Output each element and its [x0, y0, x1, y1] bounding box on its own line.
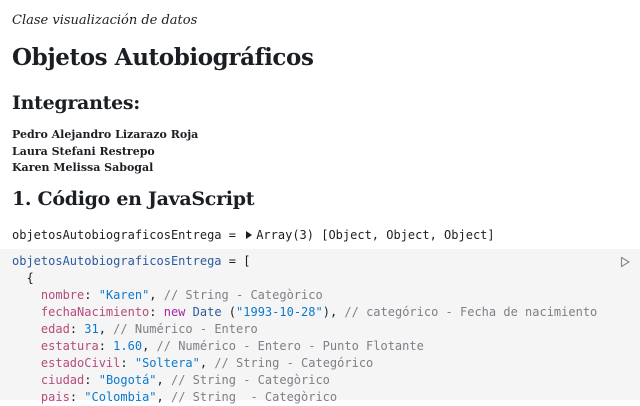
code-comment: // String - Categòrico [170, 373, 330, 387]
code-line: estatura: 1.60, // Numérico - Entero - P… [40, 339, 424, 353]
code-line: nombre: "Karen", // String - Categòrico [40, 288, 323, 302]
code-property: estatura [40, 339, 99, 353]
code-line: estadoCivil: "Soltera", // String - Cate… [40, 356, 374, 370]
member-name: Laura Stefani Restrepo [12, 144, 155, 158]
code-string: "Colombia" [84, 390, 157, 404]
code-property: edad [40, 322, 70, 336]
page-subtitle: Clase visualización de datos [12, 13, 198, 28]
code-comment: // Numérico - Entero [113, 322, 258, 336]
code-string: "Karen" [98, 288, 150, 302]
code-section-heading: 1. Código en JavaScript [12, 188, 255, 210]
member-name: Pedro Alejandro Lizarazo Roja [12, 128, 199, 141]
page-title: Objetos Autobiográficos [12, 44, 314, 71]
code-line: ciudad: "Bogotá", // String - Categòrico [40, 373, 330, 387]
code-property: nombre [40, 288, 85, 302]
code-editor[interactable]: objetosAutobiograficosEntrega = [ { nomb… [12, 253, 597, 406]
code-number: 1.60 [113, 339, 143, 353]
expand-caret-icon[interactable] [246, 231, 253, 239]
inspector-variable: objetosAutobiograficosEntrega [12, 228, 222, 242]
code-string: "1993-10-28" [236, 305, 323, 319]
member-name: Karen Melissa Sabogal [12, 161, 154, 174]
code-string: "Soltera" [134, 356, 200, 370]
code-property: pais [40, 390, 70, 404]
code-number: 31 [84, 322, 99, 336]
code-keyword: new [163, 305, 186, 319]
code-cell[interactable]: objetosAutobiograficosEntrega = [ { nomb… [0, 249, 640, 404]
members-list: Pedro Alejandro Lizarazo Roja Laura Stef… [12, 127, 198, 177]
inspector-equals: = [221, 228, 244, 242]
output-inspector: objetosAutobiograficosEntrega = Array(3)… [12, 228, 495, 242]
code-line: edad: 31, // Numérico - Entero [40, 322, 258, 336]
code-comment: // categórico - Fecha de nacimiento [344, 305, 598, 319]
code-class: Date [192, 305, 222, 319]
play-icon[interactable] [619, 256, 631, 268]
code-line: pais: "Colombia", // String - Categòrico [40, 390, 338, 404]
code-property: fechaNacimiento [40, 305, 150, 319]
code-comment: // Numérico - Entero - Punto Flotante [156, 339, 424, 353]
code-line: fechaNacimiento: new Date ("1993-10-28")… [40, 305, 598, 319]
code-line: objetosAutobiograficosEntrega = [ [12, 254, 251, 268]
code-line: { [12, 271, 34, 285]
code-comment: // String - Categòrico [170, 390, 338, 404]
code-string: "Bogotá" [98, 373, 157, 387]
members-heading: Integrantes: [12, 92, 140, 114]
code-property: ciudad [40, 373, 85, 387]
code-comment: // String - Categórico [214, 356, 374, 370]
code-comment: // String - Categòrico [163, 288, 323, 302]
inspector-value[interactable]: Array(3) [Object, Object, Object] [256, 228, 494, 242]
code-variable: objetosAutobiograficosEntrega [12, 254, 222, 268]
code-property: estadoCivil [40, 356, 121, 370]
